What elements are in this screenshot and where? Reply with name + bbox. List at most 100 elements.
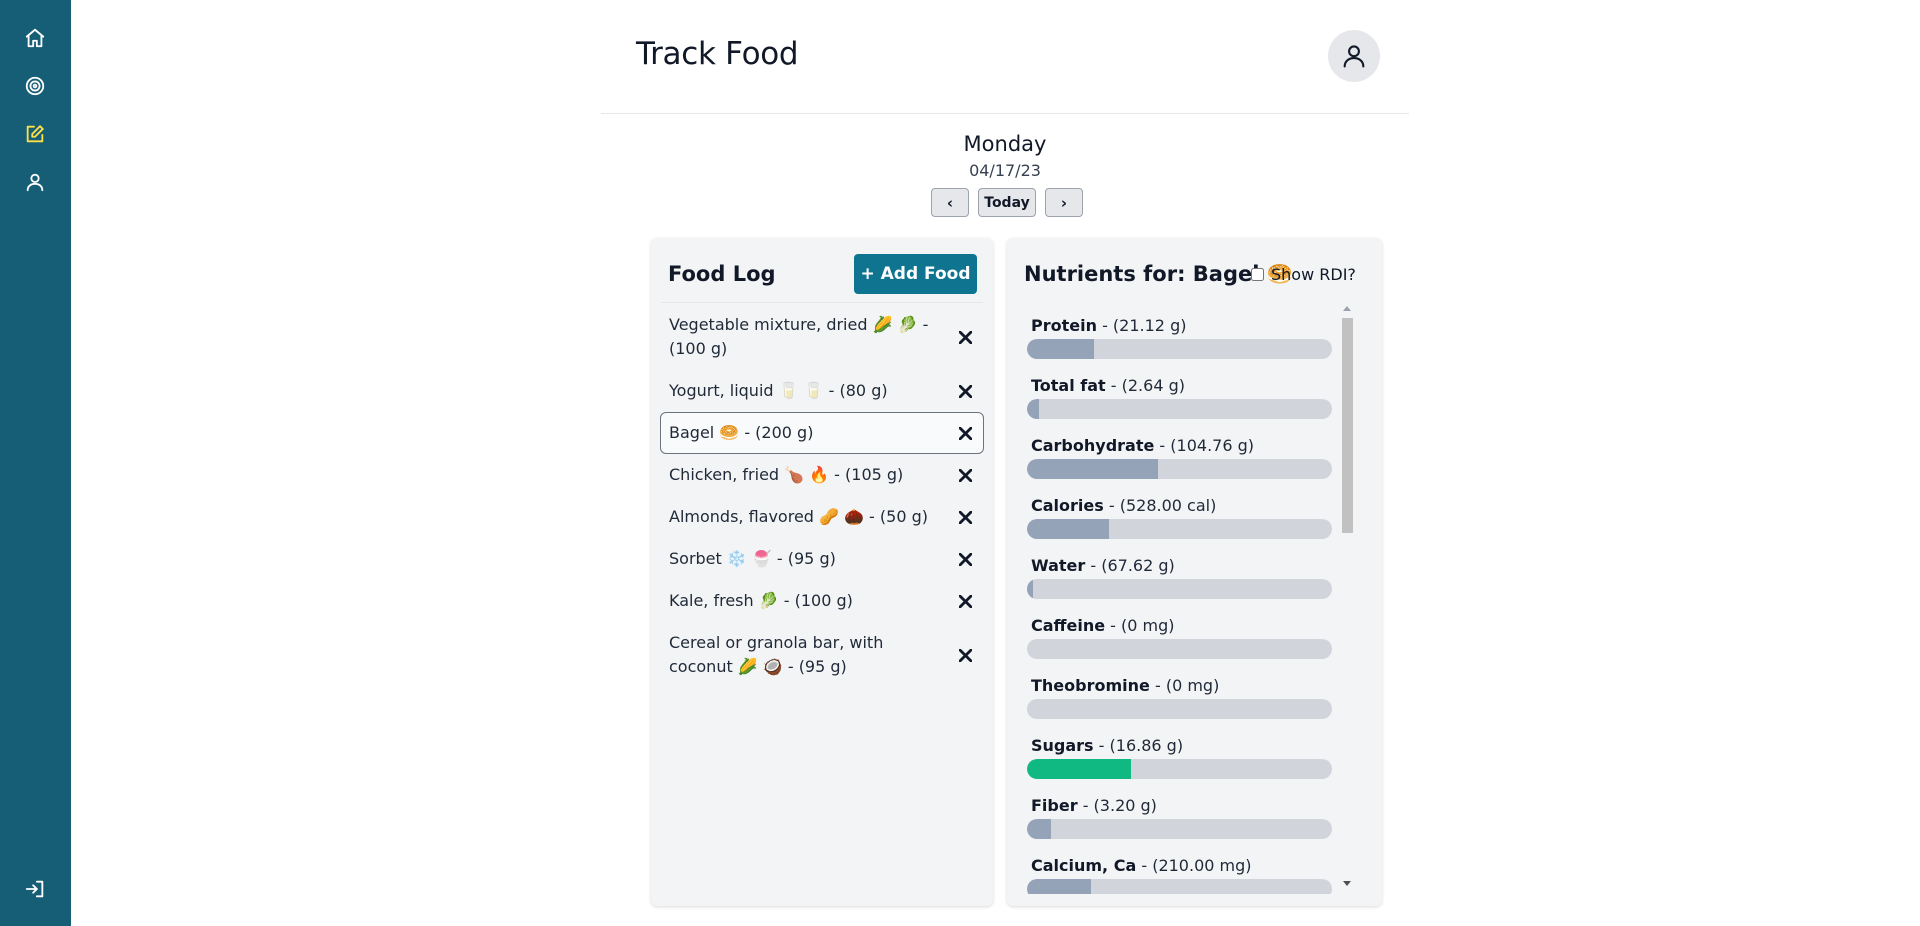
nutrient-row: Water - (67.62 g)	[1027, 548, 1363, 608]
nutrient-label: Total fat - (2.64 g)	[1031, 376, 1185, 395]
remove-food-icon[interactable]	[955, 381, 975, 401]
remove-food-icon[interactable]	[955, 591, 975, 611]
food-item-label: Cereal or granola bar, with coconut 🌽 🥥 …	[669, 633, 884, 676]
show-rdi-checkbox[interactable]	[1251, 268, 1264, 281]
nutrient-row: Caffeine - (0 mg)	[1027, 608, 1363, 668]
add-food-button[interactable]: + Add Food	[854, 254, 977, 294]
food-item-label: Vegetable mixture, dried 🌽 🥬 - (100 g)	[669, 315, 929, 358]
remove-food-icon[interactable]	[955, 549, 975, 569]
food-item-label: Yogurt, liquid 🥛 🥛 - (80 g)	[669, 381, 888, 400]
nutrient-progress-fill	[1027, 339, 1095, 359]
nutrient-label: Fiber - (3.20 g)	[1031, 796, 1157, 815]
today-button[interactable]: Today	[978, 188, 1036, 217]
nutrient-progress-bar	[1027, 579, 1332, 599]
target-icon[interactable]	[22, 73, 48, 99]
food-log-item[interactable]: Chicken, fried 🍗 🔥 - (105 g)	[660, 454, 984, 496]
food-log-item[interactable]: Almonds, flavored 🥜 🌰 - (50 g)	[660, 496, 984, 538]
nutrient-progress-fill	[1027, 519, 1110, 539]
nutrient-name: Sugars	[1031, 736, 1094, 755]
nutrient-progress-bar	[1027, 759, 1332, 779]
food-item-label: Almonds, flavored 🥜 🌰 - (50 g)	[669, 507, 928, 526]
nutrient-row: Calcium, Ca - (210.00 mg)	[1027, 848, 1363, 894]
nutrient-amount: - (210.00 mg)	[1136, 856, 1252, 875]
remove-food-icon[interactable]	[955, 645, 975, 665]
food-list: Vegetable mixture, dried 🌽 🥬 - (100 g) Yo…	[660, 304, 984, 688]
nutrient-row: Calories - (528.00 cal)	[1027, 488, 1363, 548]
nutrient-name: Fiber	[1031, 796, 1078, 815]
nutrient-amount: - (2.64 g)	[1105, 376, 1185, 395]
avatar[interactable]	[1328, 30, 1380, 82]
nutrient-label: Theobromine - (0 mg)	[1031, 676, 1219, 695]
nutrient-amount: - (3.20 g)	[1077, 796, 1157, 815]
nutrient-progress-bar	[1027, 819, 1332, 839]
nutrient-progress-bar	[1027, 399, 1332, 419]
home-icon[interactable]	[22, 25, 48, 51]
nutrient-progress-bar	[1027, 699, 1332, 719]
nutrient-amount: - (104.76 g)	[1154, 436, 1254, 455]
nutrient-label: Sugars - (16.86 g)	[1031, 736, 1183, 755]
food-log-item[interactable]: Vegetable mixture, dried 🌽 🥬 - (100 g)	[660, 304, 984, 370]
show-rdi-label: Show RDI?	[1271, 265, 1356, 284]
nutrient-name: Total fat	[1031, 376, 1106, 395]
remove-food-icon[interactable]	[955, 507, 975, 527]
nutrient-name: Protein	[1031, 316, 1097, 335]
nutrient-scrollbar[interactable]	[1340, 304, 1355, 888]
logout-icon[interactable]	[22, 876, 48, 902]
food-log-item[interactable]: Cereal or granola bar, with coconut 🌽 🥥 …	[660, 622, 984, 688]
remove-food-icon[interactable]	[955, 327, 975, 347]
nutrient-name: Calcium, Ca	[1031, 856, 1137, 875]
remove-food-icon[interactable]	[955, 423, 975, 443]
nutrient-amount: - (0 mg)	[1105, 616, 1175, 635]
nutrient-progress-bar	[1027, 519, 1332, 539]
food-log-item[interactable]: Yogurt, liquid 🥛 🥛 - (80 g)	[660, 370, 984, 412]
nutrient-amount: - (16.86 g)	[1093, 736, 1184, 755]
nutrient-row: Total fat - (2.64 g)	[1027, 368, 1363, 428]
nutrient-progress-fill	[1027, 579, 1034, 599]
food-log-item[interactable]: Sorbet ❄️ 🍧 - (95 g)	[660, 538, 984, 580]
divider	[661, 302, 983, 303]
nutrient-name: Water	[1031, 556, 1086, 575]
nutrient-amount: - (67.62 g)	[1085, 556, 1175, 575]
food-item-label: Kale, fresh 🥬 - (100 g)	[669, 591, 853, 610]
next-day-button[interactable]: ›	[1045, 188, 1083, 217]
nutrient-name: Carbohydrate	[1031, 436, 1155, 455]
nutrient-label: Calcium, Ca - (210.00 mg)	[1031, 856, 1252, 875]
nutrient-row: Fiber - (3.20 g)	[1027, 788, 1363, 848]
nutrient-row: Sugars - (16.86 g)	[1027, 728, 1363, 788]
scroll-up-arrow[interactable]	[1343, 306, 1351, 311]
day-navigation: ‹ Today ›	[931, 188, 1083, 217]
food-log-item[interactable]: Kale, fresh 🥬 - (100 g)	[660, 580, 984, 622]
nutrient-label: Water - (67.62 g)	[1031, 556, 1175, 575]
nutrient-progress-bar	[1027, 879, 1332, 894]
nutrient-label: Calories - (528.00 cal)	[1031, 496, 1216, 515]
nutrient-name: Calories	[1031, 496, 1104, 515]
page-header: Track Food	[601, 0, 1409, 114]
nutrient-list[interactable]: Protein - (21.12 g) Total fat - (2.64 g) C…	[1027, 308, 1363, 894]
show-rdi-toggle[interactable]: Show RDI?	[1251, 265, 1356, 284]
nutrient-name: Theobromine	[1031, 676, 1150, 695]
remove-food-icon[interactable]	[955, 465, 975, 485]
nutrient-progress-bar	[1027, 459, 1332, 479]
nutrient-label: Caffeine - (0 mg)	[1031, 616, 1175, 635]
scroll-down-arrow[interactable]	[1343, 881, 1351, 886]
scroll-thumb[interactable]	[1342, 318, 1353, 533]
nutrient-name: Caffeine	[1031, 616, 1106, 635]
previous-day-button[interactable]: ‹	[931, 188, 969, 217]
nutrient-progress-fill	[1027, 459, 1159, 479]
food-item-label: Sorbet ❄️ 🍧 - (95 g)	[669, 549, 836, 568]
food-log-title: Food Log	[668, 262, 776, 286]
nutrient-amount: - (528.00 cal)	[1103, 496, 1217, 515]
nutrient-progress-bar	[1027, 639, 1332, 659]
nutrient-row: Protein - (21.12 g)	[1027, 308, 1363, 368]
nutrient-progress-fill	[1027, 879, 1092, 894]
nutrient-label: Carbohydrate - (104.76 g)	[1031, 436, 1254, 455]
food-item-label: Chicken, fried 🍗 🔥 - (105 g)	[669, 465, 904, 484]
nutrient-row: Carbohydrate - (104.76 g)	[1027, 428, 1363, 488]
nutrients-panel: Nutrients for: Bagel 🥯 Show RDI? Protein…	[1007, 238, 1382, 906]
food-item-label: Bagel 🥯 - (200 g)	[669, 423, 814, 442]
nutrient-label: Protein - (21.12 g)	[1031, 316, 1186, 335]
food-log-item[interactable]: Bagel 🥯 - (200 g)	[660, 412, 984, 454]
food-log-panel: Food Log + Add Food Vegetable mixture, d…	[651, 238, 993, 906]
nutrient-row: Theobromine - (0 mg)	[1027, 668, 1363, 728]
page-title: Track Food	[636, 36, 799, 72]
